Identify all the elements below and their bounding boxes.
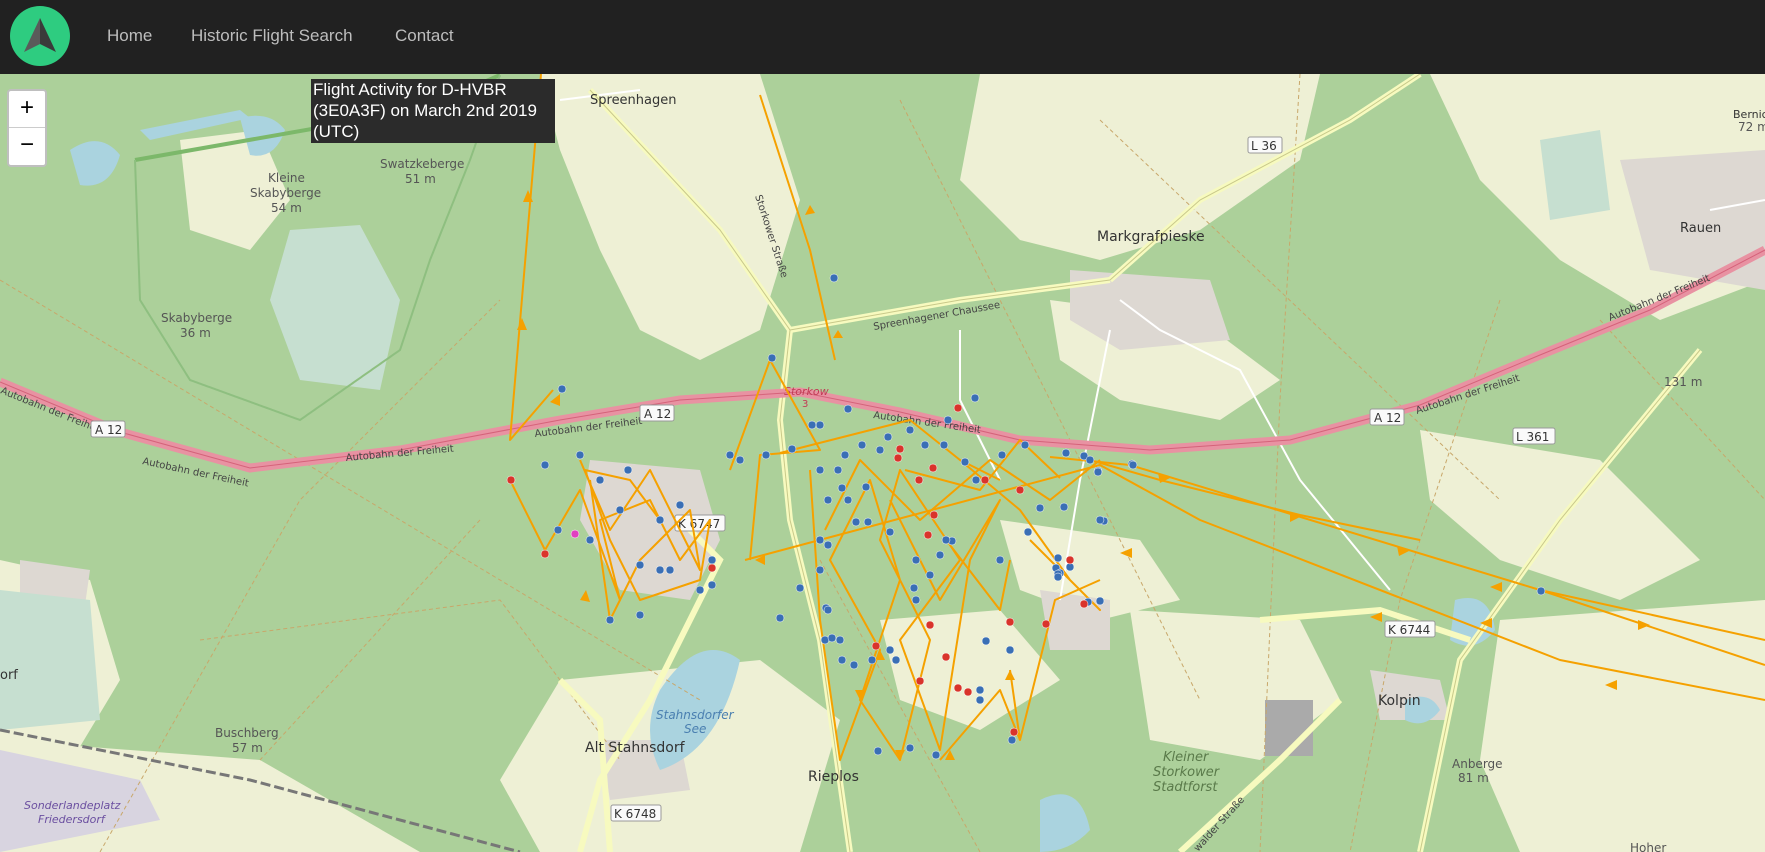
flight-title-line-3: (UTC) — [313, 122, 360, 141]
flight-title-line-1: Flight Activity for D-HVBR — [313, 80, 507, 99]
flight-track-arrows — [517, 190, 1650, 760]
flight-track — [506, 74, 1765, 761]
nav-contact-link[interactable]: Contact — [395, 26, 454, 46]
zoom-control: + − — [7, 89, 47, 167]
site-logo[interactable] — [10, 6, 70, 66]
flight-track-lines — [509, 74, 1765, 761]
zoom-out-button[interactable]: − — [9, 128, 45, 164]
flight-title-line-2: (3E0A3F) on March 2nd 2019 — [313, 101, 537, 120]
flight-track-point-magenta — [570, 529, 580, 539]
top-navbar: Home Historic Flight Search Contact — [0, 0, 1765, 74]
nav-home-link[interactable]: Home — [107, 26, 152, 46]
zoom-in-button[interactable]: + — [9, 91, 45, 128]
flight-map[interactable]: Spreenhagen Markgrafpieske Rauen Bernich… — [0, 74, 1765, 852]
flight-activity-title: Flight Activity for D-HVBR (3E0A3F) on M… — [311, 79, 555, 143]
nav-historic-flight-search-link[interactable]: Historic Flight Search — [191, 26, 353, 46]
